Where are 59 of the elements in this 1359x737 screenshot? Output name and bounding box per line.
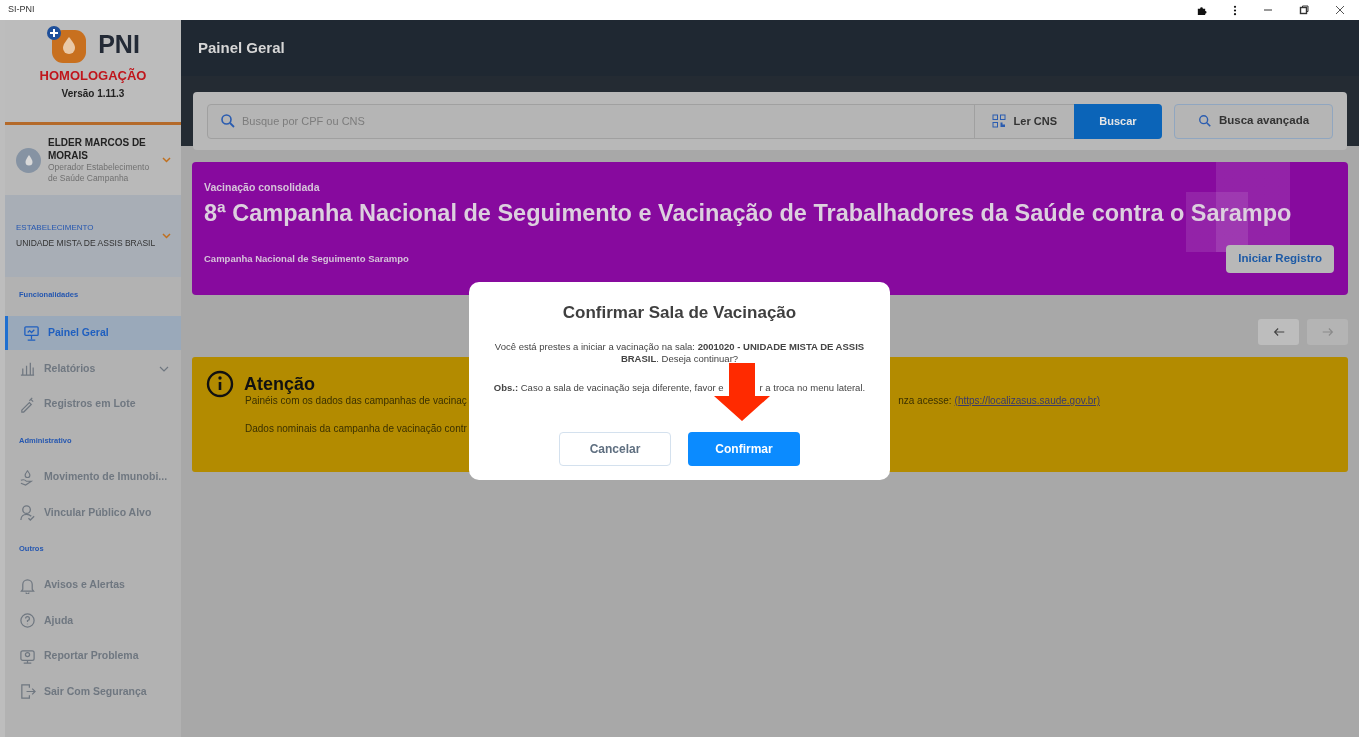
close-icon bbox=[1335, 5, 1345, 15]
window-title: SI-PNI bbox=[8, 3, 35, 17]
sidebar-item[interactable]: Movimento de Imunobi... bbox=[5, 460, 181, 494]
chevron-down-icon bbox=[162, 157, 171, 163]
drop-icon bbox=[23, 154, 34, 166]
drop-logo-icon bbox=[46, 26, 89, 64]
sidebar-item[interactable]: Vincular Público Alvo bbox=[5, 495, 181, 530]
banner-eyebrow: Vacinação consolidada bbox=[204, 180, 321, 195]
establishment-label: ESTABELECIMENTO bbox=[16, 222, 95, 235]
dialog-note: Obs.: Caso a sala de vacinação seja diferente, favor e r a troca no menu lateral. bbox=[493, 380, 866, 395]
search-button[interactable]: Buscar bbox=[1074, 103, 1162, 139]
environment-label: HOMOLOGAÇÃO bbox=[39, 67, 147, 85]
logo-text: PNI bbox=[98, 29, 140, 61]
attention-title: Atenção bbox=[244, 372, 315, 396]
attention-text: Dados nominais da campanha de vacinação contr bbox=[244, 422, 468, 436]
search-icon bbox=[220, 113, 236, 129]
attention-text: Painéis com os dados das campanhas de vacinaç bbox=[245, 394, 467, 408]
puzzle-icon bbox=[1196, 4, 1207, 16]
arrow-left-icon bbox=[1271, 325, 1286, 339]
user-role: Operador Estabelecimento de Saúde Campanha bbox=[48, 162, 151, 184]
qr-code-icon bbox=[991, 114, 1006, 128]
dialog-message: Você está prestes a iniciar a vacinação na sala: 2001020 - UNIDADE MISTA DE ASSIS BRASIL. Deseja continuar? bbox=[493, 340, 866, 365]
sidebar-item[interactable]: Painel Geral bbox=[5, 316, 181, 351]
help-icon bbox=[19, 612, 36, 630]
chevron-down-icon bbox=[159, 365, 169, 372]
cancel-button[interactable]: Cancelar bbox=[559, 431, 671, 466]
sidebar-item[interactable]: Reportar Problema bbox=[5, 639, 181, 674]
restore-icon bbox=[1299, 5, 1309, 15]
sidebar-item[interactable]: Ajuda bbox=[5, 603, 181, 638]
syringe-icon bbox=[19, 395, 36, 413]
presentation-icon bbox=[23, 324, 40, 342]
confirm-button[interactable]: Confirmar bbox=[688, 431, 800, 466]
arrow-right-icon bbox=[1320, 325, 1335, 339]
sidebar-item[interactable]: Sair Com Segurança bbox=[5, 674, 181, 709]
advanced-search-button[interactable]: Busca avançada bbox=[1174, 103, 1333, 139]
bar-chart-icon bbox=[19, 360, 36, 378]
banner-subtitle: Campanha Nacional de Seguimento Sarampo bbox=[204, 251, 409, 266]
user-check-icon bbox=[19, 504, 36, 521]
search-icon bbox=[1197, 114, 1212, 128]
sidebar-item[interactable]: Avisos e Alertas bbox=[5, 568, 181, 603]
version-text: Versão 1.11.3 bbox=[61, 86, 125, 101]
start-registration-button[interactable]: Iniciar Registro bbox=[1226, 245, 1334, 273]
page-title: Painel Geral bbox=[198, 37, 285, 58]
attention-text: nza acesse: bbox=[898, 394, 952, 408]
banner-title: 8ª Campanha Nacional de Seguimento e Vacinação de Trabalhadores da Saúde contra o Sarampo bbox=[204, 198, 1293, 228]
down-arrow-icon bbox=[714, 363, 770, 421]
info-icon bbox=[206, 370, 234, 398]
user-name: ELDER MARCOS DE MORAIS bbox=[48, 136, 147, 162]
more-icon bbox=[1233, 4, 1237, 16]
link[interactable]: (https://localizasus.saude.gov.br) bbox=[954, 393, 1100, 408]
bell-icon bbox=[19, 576, 36, 594]
sidebar-item[interactable]: Relatórios bbox=[5, 351, 181, 386]
logout-icon bbox=[19, 683, 36, 701]
establishment-name: UNIDADE MISTA DE ASSIS BRASIL bbox=[16, 237, 157, 250]
monitor-icon bbox=[19, 647, 36, 665]
sidebar-item[interactable]: Registros em Lote bbox=[5, 387, 181, 422]
chevron-down-icon bbox=[162, 233, 171, 239]
previous-button[interactable] bbox=[1258, 319, 1299, 345]
dialog-title: Confirmar Sala de Vacinação bbox=[562, 302, 797, 324]
